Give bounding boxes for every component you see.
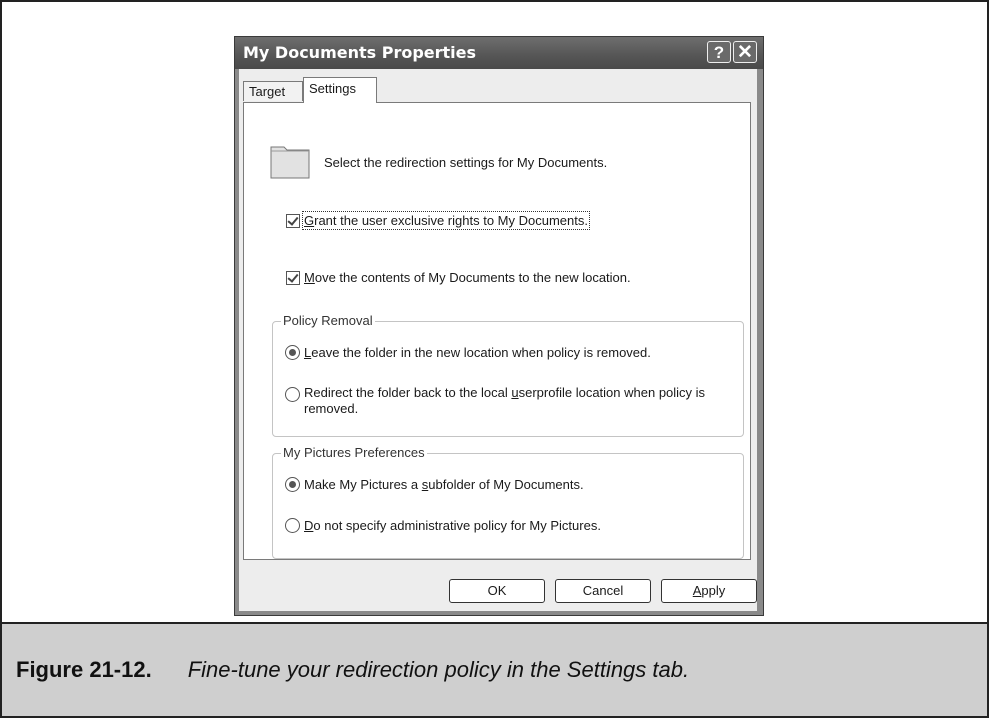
folder-icon bbox=[270, 146, 310, 179]
ok-button[interactable]: OK bbox=[449, 579, 545, 603]
grant-rights-label: Grant the user exclusive rights to My Do… bbox=[302, 211, 590, 230]
redirect-back-radio[interactable] bbox=[285, 387, 300, 402]
redirect-back-radio-row[interactable]: Redirect the folder back to the local us… bbox=[285, 385, 735, 417]
apply-button[interactable]: Apply bbox=[661, 579, 757, 603]
move-contents-checkbox-row[interactable]: Move the contents of My Documents to the… bbox=[286, 270, 631, 285]
dialog-title: My Documents Properties bbox=[243, 43, 477, 62]
do-not-specify-label: Do not specify administrative policy for… bbox=[304, 518, 601, 533]
dialog-client-area: Target Settings Select the redirection s… bbox=[239, 69, 757, 611]
cancel-button[interactable]: Cancel bbox=[555, 579, 651, 603]
move-contents-checkbox[interactable] bbox=[286, 270, 300, 285]
settings-panel: Select the redirection settings for My D… bbox=[243, 102, 751, 560]
move-contents-label: Move the contents of My Documents to the… bbox=[304, 270, 631, 285]
figure-frame: My Documents Properties ? ✕ Target Setti… bbox=[0, 0, 989, 718]
my-pictures-legend: My Pictures Preferences bbox=[281, 445, 427, 460]
intro-text: Select the redirection settings for My D… bbox=[324, 155, 608, 170]
do-not-specify-radio-row[interactable]: Do not specify administrative policy for… bbox=[285, 518, 601, 533]
make-subfolder-label: Make My Pictures a subfolder of My Docum… bbox=[304, 477, 584, 492]
caption-text: Fine-tune your redirection policy in the… bbox=[187, 657, 690, 682]
policy-removal-legend: Policy Removal bbox=[281, 313, 375, 328]
figure-caption-bar: Figure 21-12. Fine-tune your redirection … bbox=[2, 622, 987, 716]
help-button[interactable]: ? bbox=[707, 41, 731, 63]
title-bar[interactable]: My Documents Properties ? ✕ bbox=[235, 37, 763, 69]
grant-rights-checkbox-row[interactable]: Grant the user exclusive rights to My Do… bbox=[286, 211, 590, 230]
make-subfolder-radio[interactable] bbox=[285, 477, 300, 492]
screenshot-area: My Documents Properties ? ✕ Target Setti… bbox=[2, 2, 987, 622]
leave-folder-radio[interactable] bbox=[285, 345, 300, 360]
my-pictures-group: My Pictures Preferences Make My Pictures… bbox=[272, 445, 744, 559]
figure-caption: Figure 21-12. Fine-tune your redirection … bbox=[16, 657, 689, 683]
policy-removal-group: Policy Removal Leave the folder in the n… bbox=[272, 313, 744, 437]
grant-rights-checkbox[interactable] bbox=[286, 213, 300, 228]
redirect-back-label: Redirect the folder back to the local us… bbox=[304, 385, 706, 416]
close-button[interactable]: ✕ bbox=[733, 41, 757, 63]
properties-dialog: My Documents Properties ? ✕ Target Setti… bbox=[234, 36, 764, 616]
make-subfolder-radio-row[interactable]: Make My Pictures a subfolder of My Docum… bbox=[285, 477, 584, 492]
tab-target[interactable]: Target bbox=[243, 81, 303, 101]
leave-folder-label: Leave the folder in the new location whe… bbox=[304, 345, 651, 360]
do-not-specify-radio[interactable] bbox=[285, 518, 300, 533]
figure-number: Figure 21-12. bbox=[16, 657, 152, 682]
tab-settings[interactable]: Settings bbox=[303, 77, 377, 103]
leave-folder-radio-row[interactable]: Leave the folder in the new location whe… bbox=[285, 345, 651, 360]
